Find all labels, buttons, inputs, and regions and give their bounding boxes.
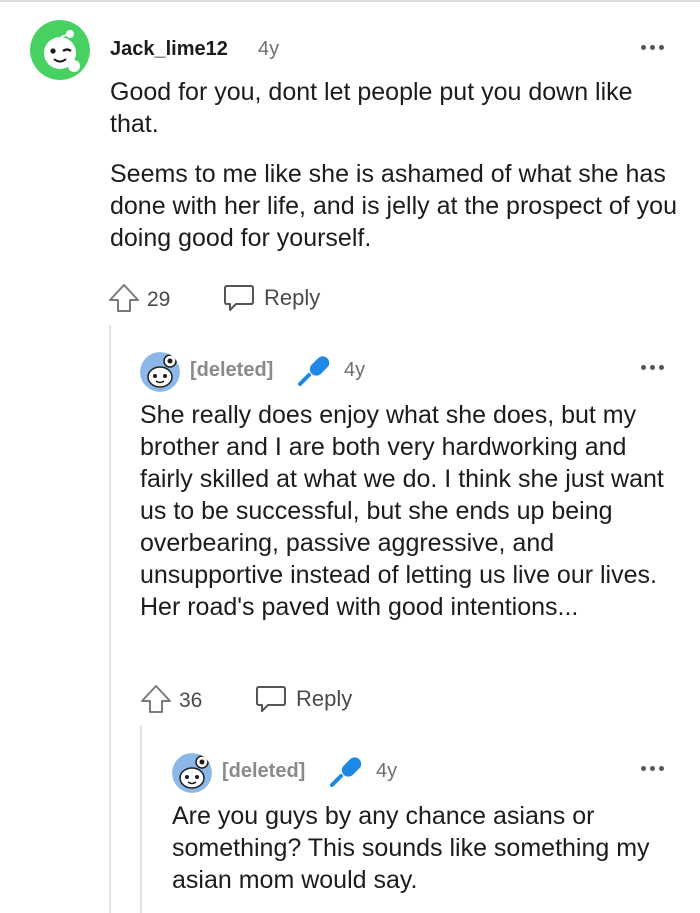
reply-label: Reply — [264, 285, 321, 310]
avatar[interactable] — [30, 20, 90, 80]
upvote-arrow-icon[interactable] — [107, 281, 141, 315]
avatar[interactable] — [140, 352, 180, 392]
snoo-avatar-icon — [172, 753, 212, 793]
username[interactable]: Jack_lime12 — [110, 38, 228, 61]
comment-age: 4y — [344, 359, 366, 381]
more-options-icon[interactable] — [641, 40, 669, 56]
username-deleted: [deleted] — [190, 359, 274, 381]
vote-count: 29 — [147, 288, 171, 311]
upvote-arrow-icon[interactable] — [139, 682, 173, 716]
top-divider — [0, 0, 700, 2]
speech-bubble-icon — [224, 285, 254, 311]
comment-paragraph: Good for you, dont let people put you do… — [110, 78, 633, 138]
more-options-icon[interactable] — [641, 360, 669, 376]
comment-body: She really does enjoy what she does, but… — [140, 401, 664, 621]
comment-age: 4y — [376, 760, 398, 782]
username-deleted: [deleted] — [222, 760, 306, 782]
avatar[interactable] — [172, 753, 212, 793]
reply-button[interactable]: Reply — [222, 281, 320, 315]
reply-button[interactable]: Reply — [254, 682, 352, 716]
comment-age: 4y — [258, 38, 280, 60]
speech-bubble-icon — [256, 686, 286, 712]
vote-count: 36 — [179, 689, 203, 712]
snoo-avatar-icon — [30, 20, 90, 80]
microphone-icon — [298, 356, 330, 386]
snoo-avatar-icon — [140, 352, 180, 392]
reply-label: Reply — [296, 686, 353, 711]
thread-line[interactable] — [109, 325, 111, 913]
more-options-icon[interactable] — [641, 761, 669, 777]
thread-line[interactable] — [140, 725, 142, 913]
microphone-icon — [330, 757, 362, 787]
comment-paragraph: Seems to me like she is ashamed of what … — [110, 160, 677, 252]
comment-body: Are you guys by any chance asians or som… — [172, 802, 650, 894]
